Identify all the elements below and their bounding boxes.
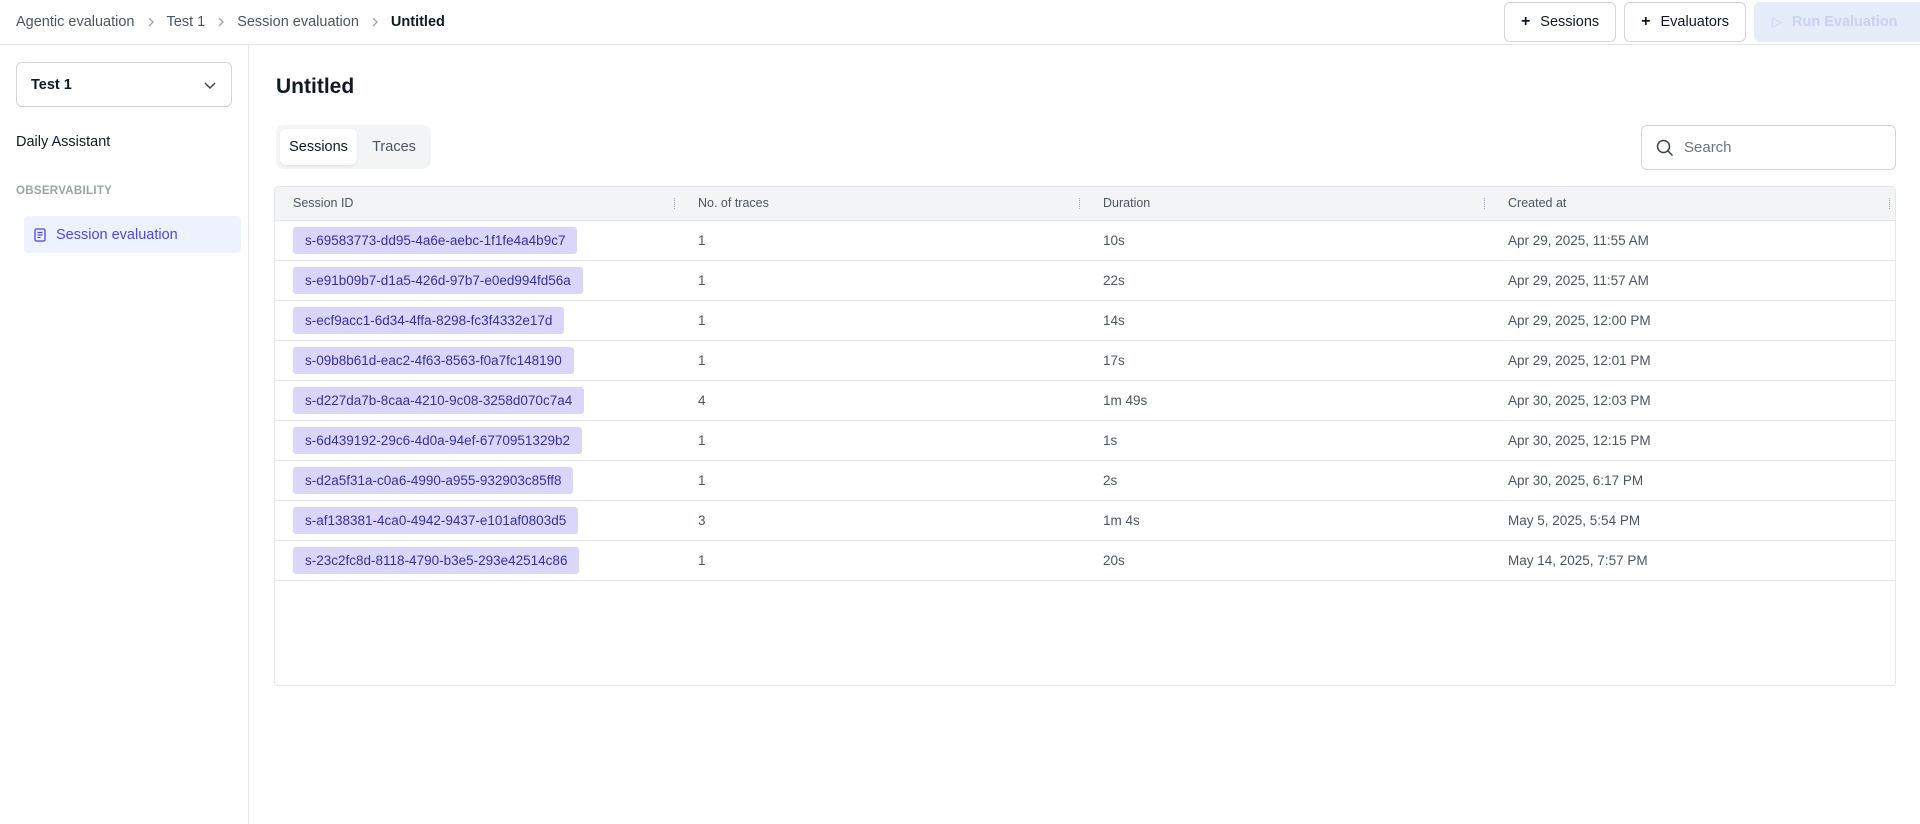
chevron-right-icon [205,16,237,28]
traces-cell: 1 [698,432,706,448]
chevron-right-icon [359,16,391,28]
table-body: s-69583773-dd95-4a6e-aebc-1f1fe4a4b9c7 1… [275,220,1895,580]
table-row[interactable]: s-af138381-4ca0-4942-9437-e101af0803d5 3… [275,500,1895,540]
traces-cell: 3 [698,512,706,528]
top-bar: Agentic evaluation Test 1 Session evalua… [0,0,1920,45]
resize-handle[interactable] [1889,198,1891,209]
resize-handle[interactable] [674,198,676,209]
search-box[interactable] [1641,125,1896,170]
duration-cell: 20s [1103,552,1125,568]
sessions-table: Session ID No. of traces Duration Create… [274,186,1896,686]
created-at-cell: Apr 30, 2025, 12:03 PM [1508,392,1651,408]
table-row[interactable]: s-ecf9acc1-6d34-4ffa-8298-fc3f4332e17d 1… [275,300,1895,340]
chevron-right-icon [135,16,167,28]
session-id-chip[interactable]: s-d227da7b-8caa-4210-9c08-3258d070c7a4 [293,386,585,414]
add-evaluators-label: Evaluators [1660,14,1729,30]
chevron-down-icon [204,82,216,89]
resize-handle[interactable] [1484,198,1486,209]
session-id-chip[interactable]: s-09b8b61d-eac2-4f63-8563-f0a7fc148190 [293,346,574,374]
traces-cell: 1 [698,232,706,248]
search-icon [1656,139,1674,156]
column-header-duration[interactable]: Duration [1085,187,1490,221]
session-id-chip[interactable]: s-23c2fc8d-8118-4790-b3e5-293e42514c86 [293,546,580,574]
session-id-chip[interactable]: s-af138381-4ca0-4942-9437-e101af0803d5 [293,506,579,534]
tab-sessions[interactable]: Sessions [280,129,357,165]
agent-name[interactable]: Daily Assistant [16,134,110,150]
traces-cell: 1 [698,472,706,488]
document-icon [34,227,46,242]
traces-cell: 1 [698,312,706,328]
plus-icon: + [1520,13,1531,30]
traces-cell: 1 [698,352,706,368]
resize-handle[interactable] [1079,198,1081,209]
project-select[interactable]: Test 1 [16,62,232,107]
column-header-traces[interactable]: No. of traces [680,187,1085,221]
page-title: Untitled [276,75,355,98]
breadcrumb-test-1[interactable]: Test 1 [167,14,206,30]
section-label-observability: OBSERVABILITY [16,185,113,197]
session-id-chip[interactable]: s-e91b09b7-d1a5-426d-97b7-e0ed994fd56a [293,266,583,294]
column-header-session-id[interactable]: Session ID [275,187,680,221]
sidebar-item-label: Session evaluation [56,226,178,243]
duration-cell: 1s [1103,432,1118,448]
created-at-cell: May 5, 2025, 5:54 PM [1508,512,1641,528]
session-id-chip[interactable]: s-d2a5f31a-c0a6-4990-a955-932903c85ff8 [293,466,574,494]
search-input[interactable] [1684,139,1884,156]
play-icon: ▷ [1772,14,1782,29]
breadcrumb-session-evaluation[interactable]: Session evaluation [237,14,359,30]
duration-cell: 17s [1103,352,1125,368]
sidebar: Test 1 Daily Assistant OBSERVABILITY Ses… [0,45,249,824]
table-row[interactable]: s-d2a5f31a-c0a6-4990-a955-932903c85ff8 1… [275,460,1895,500]
traces-cell: 4 [698,392,706,408]
add-sessions-label: Sessions [1540,14,1600,30]
table-row[interactable]: s-d227da7b-8caa-4210-9c08-3258d070c7a4 4… [275,380,1895,420]
traces-cell: 1 [698,272,706,288]
created-at-cell: Apr 29, 2025, 11:57 AM [1508,272,1649,288]
traces-cell: 1 [698,552,706,568]
table-row[interactable]: s-e91b09b7-d1a5-426d-97b7-e0ed994fd56a 1… [275,260,1895,300]
session-id-chip[interactable]: s-6d439192-29c6-4d0a-94ef-6770951329b2 [293,426,582,454]
view-tabs: Sessions Traces [276,125,431,169]
table-row[interactable]: s-09b8b61d-eac2-4f63-8563-f0a7fc148190 1… [275,340,1895,380]
breadcrumb-current: Untitled [390,14,445,30]
duration-cell: 14s [1103,312,1125,328]
project-select-value: Test 1 [31,76,72,93]
table-row[interactable]: s-23c2fc8d-8118-4790-b3e5-293e42514c86 1… [275,540,1895,580]
created-at-cell: May 14, 2025, 7:57 PM [1508,552,1648,568]
run-evaluation-label: Run Evaluation [1792,14,1898,30]
table-row[interactable]: s-6d439192-29c6-4d0a-94ef-6770951329b2 1… [275,420,1895,460]
tab-traces[interactable]: Traces [361,129,427,165]
run-evaluation-button[interactable]: ▷ Run Evaluation [1754,2,1920,42]
duration-cell: 2s [1103,472,1118,488]
column-header-created-at[interactable]: Created at [1490,187,1895,221]
session-id-chip[interactable]: s-ecf9acc1-6d34-4ffa-8298-fc3f4332e17d [293,306,565,334]
table-row[interactable]: s-69583773-dd95-4a6e-aebc-1f1fe4a4b9c7 1… [275,220,1895,260]
breadcrumb: Agentic evaluation Test 1 Session evalua… [16,0,445,44]
created-at-cell: Apr 30, 2025, 6:17 PM [1508,472,1644,488]
created-at-cell: Apr 30, 2025, 12:15 PM [1508,432,1651,448]
table-header-row: Session ID No. of traces Duration Create… [275,187,1895,221]
plus-icon: + [1641,13,1651,30]
created-at-cell: Apr 29, 2025, 12:01 PM [1508,352,1651,368]
add-sessions-button[interactable]: + Sessions [1503,2,1617,42]
add-evaluators-button[interactable]: + Evaluators [1624,2,1746,42]
duration-cell: 22s [1103,272,1125,288]
breadcrumb-agentic-evaluation[interactable]: Agentic evaluation [16,14,135,30]
session-id-chip[interactable]: s-69583773-dd95-4a6e-aebc-1f1fe4a4b9c7 [293,226,578,254]
created-at-cell: Apr 29, 2025, 11:55 AM [1508,232,1649,248]
header-actions: + Sessions + Evaluators ▷ Run Evaluation [1503,0,1920,44]
duration-cell: 1m 4s [1103,512,1140,528]
created-at-cell: Apr 29, 2025, 12:00 PM [1508,312,1651,328]
duration-cell: 10s [1103,232,1125,248]
duration-cell: 1m 49s [1103,392,1148,408]
sidebar-item-session-evaluation[interactable]: Session evaluation [24,216,241,253]
